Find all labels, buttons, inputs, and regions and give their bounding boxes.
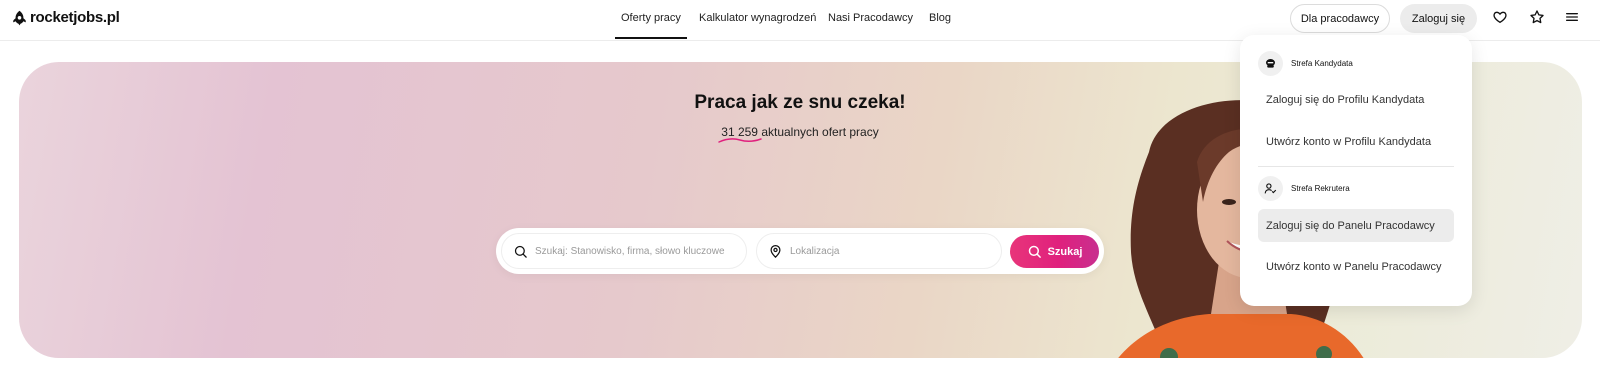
offers-count-suffix: aktualnych ofert pracy [757,125,879,139]
nav-item-blog[interactable]: Blog [929,12,951,24]
location-field[interactable] [756,233,1002,269]
search-button-label: Szukaj [1047,245,1083,258]
menu-icon[interactable] [1563,8,1581,26]
login-dropdown-menu: Strefa Kandydata Zaloguj się do Profilu … [1240,35,1472,306]
keyword-search-field[interactable] [501,233,747,269]
candidate-zone-header: Strefa Kandydata [1258,51,1353,76]
candidate-login-item[interactable]: Zaloguj się do Profilu Kandydata [1258,83,1454,116]
menu-divider [1258,166,1454,167]
recruiter-zone-title: Strefa Rekrutera [1291,184,1350,193]
search-button[interactable]: Szukaj [1010,235,1099,268]
heart-icon[interactable] [1491,8,1509,26]
recruiter-zone-icon [1258,176,1283,201]
nav-item-salary-calculator[interactable]: Kalkulator wynagrodzeń [699,12,816,24]
search-button-icon [1028,245,1041,258]
search-bar: Szukaj [496,228,1104,274]
underline-squiggle-icon [718,138,763,143]
nav-item-job-offers[interactable]: Oferty pracy [615,12,687,39]
star-icon[interactable] [1528,8,1546,26]
location-input[interactable] [790,245,990,257]
for-employers-button[interactable]: Dla pracodawcy [1290,4,1390,33]
employer-register-item[interactable]: Utwórz konto w Panelu Pracodawcy [1258,250,1454,283]
employer-login-item[interactable]: Zaloguj się do Panelu Pracodawcy [1258,209,1454,242]
search-icon [514,245,527,258]
keyword-search-input[interactable] [535,245,735,257]
candidate-register-item[interactable]: Utwórz konto w Profilu Kandydata [1258,125,1454,158]
recruiter-zone-header: Strefa Rekrutera [1258,176,1350,201]
location-pin-icon [770,244,781,258]
offers-count: 31 259 [718,125,763,143]
candidate-zone-icon [1258,51,1283,76]
login-button[interactable]: Zaloguj się [1400,4,1477,33]
candidate-zone-title: Strefa Kandydata [1291,59,1353,68]
nav-item-employers[interactable]: Nasi Pracodawcy [828,12,913,24]
